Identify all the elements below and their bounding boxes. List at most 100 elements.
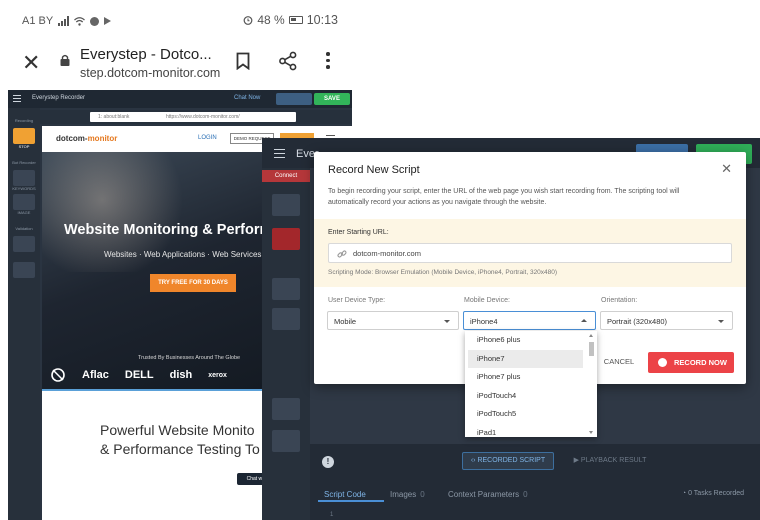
site-login-link[interactable]: LOGIN (198, 135, 217, 141)
tab-label: Images (390, 490, 417, 499)
tasks-recorded: ◔ 0 Tasks Recorded (681, 490, 744, 497)
editor-sidebar: Connect (262, 168, 310, 520)
lock-icon (60, 54, 70, 66)
share-icon[interactable] (278, 51, 298, 71)
tab-script-code[interactable]: Script Code (324, 490, 366, 499)
recorder-header: Everystep Recorder Chat Now SAVE (8, 90, 352, 108)
dropdown-option[interactable]: iPhone6 plus (468, 331, 583, 350)
site-logo[interactable]: dotcom-monitor (56, 134, 117, 143)
dropdown-option[interactable]: iPad1 (468, 424, 583, 438)
chevron-up-icon (581, 319, 587, 322)
more-options-icon[interactable] (326, 52, 330, 69)
sidebar-section-recording: Recording (14, 118, 34, 123)
url-label: Enter Starting URL: (328, 229, 389, 236)
hero-trusted-text: Trusted By Businesses Around The Globe (138, 355, 241, 361)
starting-url-value: dotcom-monitor.com (353, 249, 421, 258)
carrier-label: A1 BY (22, 15, 54, 27)
image-button[interactable] (13, 194, 35, 210)
sync-icon (90, 16, 100, 26)
brand-logo: xerox (208, 371, 227, 379)
brand-logos: Aflac DELL dish xerox (50, 367, 227, 383)
dialog-description: To begin recording your script, enter th… (328, 188, 680, 206)
menu-icon[interactable] (13, 95, 21, 102)
page-title: Everystep - Dotco... (80, 46, 212, 63)
sidebar-section-bot: Bot Recorder (12, 160, 36, 165)
editor-bottom-panel: ! ‹› RECORDED SCRIPT ▶ PLAYBACK RESULT S… (310, 444, 760, 520)
image-label: IMAGE (17, 210, 31, 215)
brand-logo: Aflac (82, 369, 109, 381)
recorded-script-label: RECORDED SCRIPT (477, 457, 546, 464)
connect-badge: Connect (262, 170, 310, 182)
keywords-button[interactable] (13, 170, 35, 186)
tab-images[interactable]: Images 0 (390, 490, 425, 499)
record-now-button[interactable]: RECORD NOW (648, 352, 734, 373)
orientation-select[interactable]: Portrait (320x480) (600, 311, 733, 330)
close-icon[interactable]: ✕ (721, 162, 732, 175)
tab-label: Script Code (324, 490, 366, 499)
dropdown-option[interactable]: iPhone7 (468, 349, 583, 368)
brand-logo: dish (169, 369, 193, 381)
recorder-save-button[interactable]: SAVE (314, 93, 350, 105)
clock: 10:13 (306, 13, 338, 27)
cancel-button[interactable]: CANCEL (598, 353, 640, 371)
hero-subtitle: Websites · Web Applications · Web Servic… (104, 250, 274, 259)
device-type-value: Mobile (334, 317, 357, 326)
sidebar-section-validation: Validation (15, 226, 33, 231)
device-type-label: User Device Type: (328, 297, 386, 304)
bookmark-icon[interactable] (236, 52, 250, 70)
page-url[interactable]: step.dotcom-monitor.com (80, 66, 220, 80)
editor-tool-button[interactable] (272, 278, 300, 300)
playback-result-tab[interactable]: ▶ PLAYBACK RESULT (564, 452, 656, 470)
scroll-down-icon[interactable] (589, 431, 593, 434)
tab-context-parameters[interactable]: Context Parameters 0 (448, 490, 528, 499)
editor-tool-button[interactable] (272, 430, 300, 452)
stop-label: STOP (18, 144, 30, 149)
signal-icon (58, 16, 70, 26)
dropdown-option[interactable]: iPodTouch5 (468, 405, 583, 424)
stop-button[interactable] (13, 128, 35, 144)
editor-tool-button[interactable] (272, 398, 300, 420)
chat-now-link[interactable]: Chat Now (234, 95, 260, 101)
scroll-thumb[interactable] (589, 342, 594, 356)
scripting-mode-note: Scripting Mode: Browser Emulation (Mobil… (328, 269, 558, 276)
battery-level: 48 % (257, 13, 285, 27)
hero-cta-button[interactable]: TRY FREE FOR 30 DAYS (150, 274, 236, 292)
phone-status-bar: A1 BY 48 % 10:13 (0, 0, 352, 42)
scroll-up-icon[interactable] (589, 334, 593, 337)
recorder-sidebar: Recording STOP Bot Recorder KEYWORDS IMA… (8, 108, 40, 520)
close-tab-icon[interactable]: ✕ (22, 52, 40, 74)
recorder-address-bar[interactable]: https://www.dotcom-monitor.com/ (156, 112, 296, 122)
battery-icon (288, 16, 303, 24)
mobile-device-label: Mobile Device: (464, 297, 510, 304)
tasks-recorded-label: 0 Tasks Recorded (688, 490, 744, 497)
logo-part-b: monitor (87, 134, 118, 143)
device-type-select[interactable]: Mobile (327, 311, 459, 330)
logo-part-a: dotcom- (56, 134, 88, 143)
settings-button[interactable] (276, 93, 312, 105)
recorded-script-tab[interactable]: ‹› RECORDED SCRIPT (462, 452, 554, 470)
recorder-browser-bar: 1: about:blank https://www.dotcom-monito… (40, 110, 352, 124)
editor-menu-icon[interactable] (274, 149, 285, 158)
validation-keywords-button[interactable] (13, 236, 35, 252)
editor-record-button[interactable] (272, 228, 300, 250)
editor-tool-button[interactable] (272, 308, 300, 330)
chevron-down-icon (444, 320, 450, 323)
validation-image-button[interactable] (13, 262, 35, 278)
dialog-title: Record New Script (328, 164, 420, 176)
dropdown-scrollbar[interactable] (588, 334, 595, 434)
dropdown-option[interactable]: iPhone7 plus (468, 368, 583, 387)
browser-toolbar: ✕ Everystep - Dotco... step.dotcom-monit… (0, 42, 352, 88)
record-now-label: RECORD NOW (674, 358, 727, 367)
info-icon[interactable]: ! (322, 456, 334, 468)
mobile-device-select[interactable]: iPhone4 (463, 311, 596, 330)
starting-url-input[interactable]: dotcom-monitor.com (328, 243, 732, 263)
keywords-label: KEYWORDS (12, 186, 36, 191)
volvo-logo-icon (51, 368, 65, 382)
line-number: 1 (330, 512, 334, 518)
screen: A1 BY 48 % 10:13 ✕ Everystep - Dotco... … (0, 0, 760, 520)
record-dot-icon (658, 358, 667, 367)
orientation-value: Portrait (320x480) (607, 317, 668, 326)
editor-play-button[interactable] (272, 194, 300, 216)
tab-count: 0 (420, 490, 425, 499)
dropdown-option[interactable]: iPodTouch4 (468, 387, 583, 406)
